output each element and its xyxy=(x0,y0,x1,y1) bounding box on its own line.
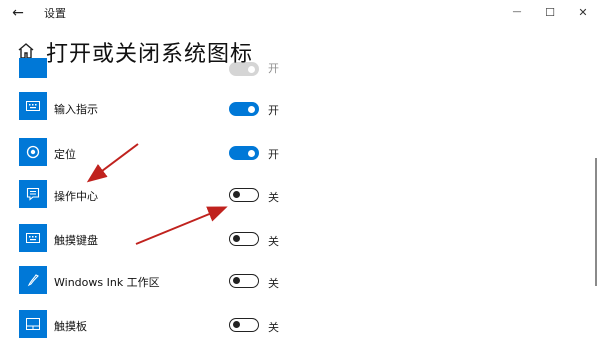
list-item: 触摸板 关 xyxy=(0,308,300,344)
toggle-switch[interactable] xyxy=(229,62,259,76)
toggle-state-label: 开 xyxy=(268,104,279,117)
toggle-switch[interactable] xyxy=(229,146,259,160)
list-item: 触摸键盘 关 xyxy=(0,222,300,258)
list-item: 定位 开 xyxy=(0,136,300,172)
toggle-state-label: 关 xyxy=(268,191,279,204)
item-label: 操作中心 xyxy=(54,190,98,203)
item-label: 触摸板 xyxy=(54,320,87,333)
toggle-switch[interactable] xyxy=(229,232,259,246)
action-center-icon xyxy=(19,180,47,208)
item-label: 触摸键盘 xyxy=(54,234,98,247)
item-label: 输入指示 xyxy=(54,103,98,116)
toggle-state-label: 开 xyxy=(268,62,279,75)
scrollbar[interactable] xyxy=(595,158,597,286)
item-label: 定位 xyxy=(54,148,76,161)
touch-keyboard-icon xyxy=(19,224,47,252)
unknown-icon xyxy=(19,58,47,78)
toggle-switch[interactable] xyxy=(229,318,259,332)
list-item: 开 xyxy=(0,58,300,78)
list-item: Windows Ink 工作区 关 xyxy=(0,264,300,300)
system-icons-list: 开 输入指示 开 定位 开 操作中心 关 触摸键盘 关 Windows Ink … xyxy=(0,0,600,346)
toggle-switch[interactable] xyxy=(229,102,259,116)
toggle-state-label: 关 xyxy=(268,277,279,290)
list-item: 输入指示 开 xyxy=(0,92,300,128)
toggle-switch[interactable] xyxy=(229,274,259,288)
toggle-state-label: 关 xyxy=(268,321,279,334)
touchpad-icon xyxy=(19,310,47,338)
toggle-switch[interactable] xyxy=(229,188,259,202)
toggle-state-label: 关 xyxy=(268,235,279,248)
location-icon xyxy=(19,138,47,166)
keyboard-indicator-icon xyxy=(19,92,47,120)
toggle-state-label: 开 xyxy=(268,148,279,161)
item-label: Windows Ink 工作区 xyxy=(54,276,160,289)
pen-icon xyxy=(19,266,47,294)
list-item: 操作中心 关 xyxy=(0,178,300,214)
